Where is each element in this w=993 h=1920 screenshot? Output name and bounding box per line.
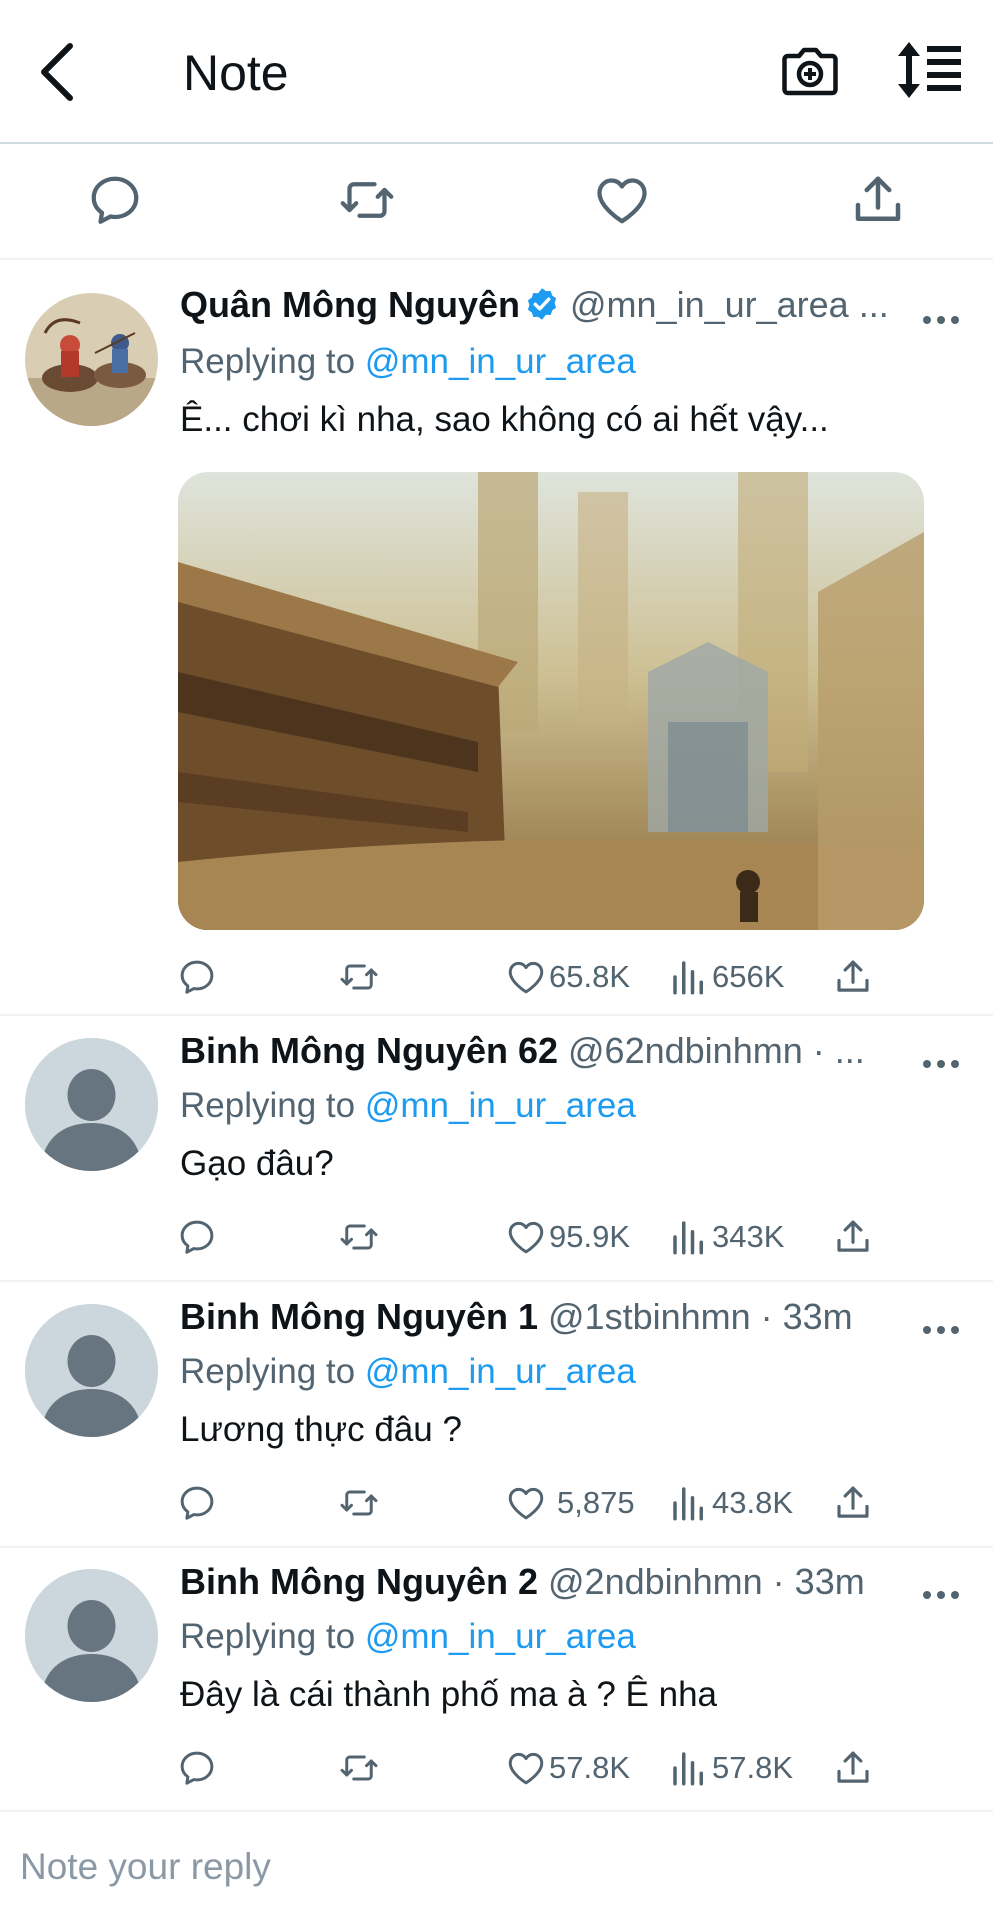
reply-composer [0, 1812, 993, 1920]
retweet-icon[interactable] [337, 170, 397, 230]
default-avatar-icon [25, 1304, 158, 1437]
reply-icon[interactable] [85, 170, 145, 230]
view-count: 43.8K [712, 1485, 794, 1520]
post-item[interactable]: Binh Mông Nguyên 62 @62ndbinhmn · ... Re… [0, 1018, 993, 1282]
post-text: Lương thực đâu ? [180, 1410, 462, 1449]
view-count: 343K [712, 1219, 785, 1254]
views-button[interactable]: 57.8K [668, 1743, 793, 1793]
author-handle: @1stbinhmn · 33m [548, 1296, 853, 1337]
post-text: Đây là cái thành phố ma à ? Ê nha [180, 1675, 718, 1714]
post-image[interactable] [178, 472, 924, 930]
view-count: 57.8K [712, 1750, 794, 1785]
post-item[interactable]: Binh Mông Nguyên 2 @2ndbinhmn · 33m Repl… [0, 1549, 993, 1812]
replying-label: Replying to [180, 1352, 356, 1391]
verified-badge-icon [527, 288, 557, 320]
view-count: 656K [712, 959, 785, 994]
reply-button[interactable] [176, 1743, 218, 1793]
avatar[interactable] [25, 293, 158, 426]
author-handle: @62ndbinhmn · ... [568, 1030, 865, 1071]
like-count: 65.8K [549, 959, 631, 994]
retweet-icon [338, 1482, 380, 1524]
reply-mention-link[interactable]: @mn_in_ur_area [365, 1086, 636, 1125]
reply-button[interactable] [176, 1212, 218, 1262]
top-bar: Note [0, 0, 993, 144]
like-button[interactable]: 95.9K [505, 1212, 630, 1262]
more-options-icon[interactable] [923, 1056, 963, 1072]
share-button[interactable] [832, 1212, 874, 1262]
share-icon [832, 1216, 874, 1258]
more-options-icon[interactable] [923, 1587, 963, 1603]
share-icon [832, 1747, 874, 1789]
like-count: 5,875 [557, 1485, 635, 1520]
views-icon [668, 1216, 710, 1258]
post-text: Gạo đâu? [180, 1144, 334, 1183]
more-options-icon[interactable] [923, 312, 963, 328]
retweet-icon [338, 1216, 380, 1258]
share-button[interactable] [832, 1743, 874, 1793]
parent-post-actions [0, 146, 993, 260]
retweet-button[interactable] [338, 1478, 380, 1528]
camera-add-icon[interactable] [780, 40, 840, 100]
like-icon [505, 1216, 547, 1258]
replying-label: Replying to [180, 342, 356, 381]
avatar[interactable] [25, 1304, 158, 1437]
reply-mention-link[interactable]: @mn_in_ur_area [365, 342, 636, 381]
views-button[interactable]: 343K [668, 1212, 784, 1262]
reply-icon [176, 1747, 218, 1789]
author-name[interactable]: Binh Mông Nguyên 2 [180, 1561, 538, 1602]
author-name[interactable]: Binh Mông Nguyên 62 [180, 1030, 558, 1071]
default-avatar-icon [25, 1038, 158, 1171]
author-name[interactable]: Binh Mông Nguyên 1 [180, 1296, 538, 1337]
author-name[interactable]: Quân Mông Nguyên [180, 284, 520, 325]
share-icon [832, 1482, 874, 1524]
like-button[interactable]: 5,875 [505, 1478, 635, 1528]
retweet-icon [338, 1747, 380, 1789]
more-options-icon[interactable] [923, 1322, 963, 1338]
replying-label: Replying to [180, 1617, 356, 1656]
like-count: 57.8K [549, 1750, 631, 1785]
avatar[interactable] [25, 1038, 158, 1171]
retweet-button[interactable] [338, 1743, 380, 1793]
back-arrow-icon[interactable] [30, 40, 86, 104]
like-icon [505, 1747, 547, 1789]
like-button[interactable]: 57.8K [505, 1743, 630, 1793]
reply-icon [176, 1482, 218, 1524]
like-icon[interactable] [592, 170, 652, 230]
reply-icon [176, 1216, 218, 1258]
default-avatar-icon [25, 1569, 158, 1702]
replying-label: Replying to [180, 1086, 356, 1125]
views-icon [668, 1482, 710, 1524]
share-icon[interactable] [848, 170, 908, 230]
reply-input[interactable] [20, 1832, 970, 1902]
post-item[interactable]: Quân Mông Nguyên @mn_in_ur_area ... Repl… [0, 260, 993, 1016]
sort-list-icon[interactable] [895, 38, 965, 102]
views-button[interactable]: 43.8K [668, 1478, 793, 1528]
post-text: Ê... chơi kì nha, sao không có ai hết vậ… [180, 400, 829, 439]
post-item[interactable]: Binh Mông Nguyên 1 @1stbinhmn · 33m Repl… [0, 1284, 993, 1548]
page-title: Note [183, 45, 289, 101]
views-icon [668, 1747, 710, 1789]
retweet-button[interactable] [338, 1212, 380, 1262]
share-button[interactable] [832, 1478, 874, 1528]
reply-button[interactable] [176, 1478, 218, 1528]
like-icon [505, 1482, 547, 1524]
like-count: 95.9K [549, 1219, 631, 1254]
reply-mention-link[interactable]: @mn_in_ur_area [365, 1352, 636, 1391]
reply-mention-link[interactable]: @mn_in_ur_area [365, 1617, 636, 1656]
avatar[interactable] [25, 1569, 158, 1702]
author-handle: @mn_in_ur_area ... [570, 284, 889, 325]
author-handle: @2ndbinhmn · 33m [548, 1561, 865, 1602]
